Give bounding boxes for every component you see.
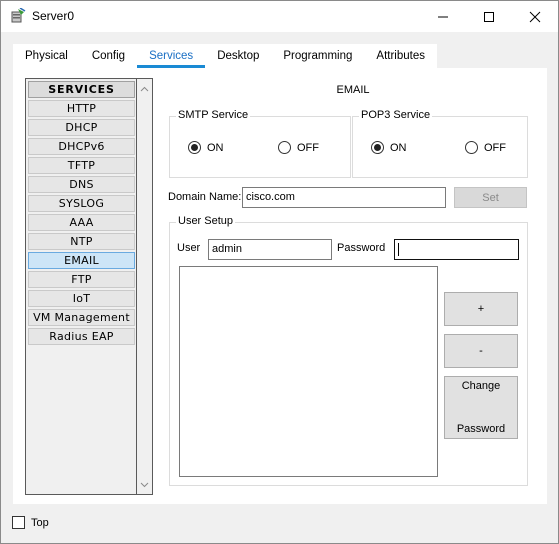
server-window: Server0 Physical Config Services Desktop… — [0, 0, 559, 544]
sidebar-item-email[interactable]: EMAIL — [28, 252, 135, 269]
maximize-button[interactable] — [466, 1, 512, 32]
top-label: Top — [31, 516, 49, 529]
tab-desktop[interactable]: Desktop — [205, 44, 272, 68]
sidebar-item-syslog[interactable]: SYSLOG — [28, 195, 135, 212]
top-checkbox[interactable]: Top — [12, 516, 49, 529]
tab-label: Physical — [25, 50, 68, 62]
text-caret — [398, 242, 399, 256]
sidebar-scrollbar[interactable] — [137, 79, 152, 494]
user-label: User — [177, 242, 201, 254]
remove-user-button[interactable]: - — [444, 334, 518, 368]
pop3-off-label: OFF — [484, 141, 506, 154]
smtp-on-radio[interactable]: ON — [188, 141, 224, 154]
smtp-service-legend: SMTP Service — [176, 109, 251, 121]
tab-label: Config — [91, 50, 126, 62]
password-input[interactable] — [394, 239, 519, 260]
chevron-up-icon — [140, 83, 149, 95]
sidebar-item-http[interactable]: HTTP — [28, 100, 135, 117]
chevron-down-icon — [140, 479, 149, 491]
close-icon — [529, 11, 541, 23]
change-password-label-line1: Change — [461, 380, 501, 392]
sidebar-item-vm-management[interactable]: VM Management — [28, 309, 135, 326]
radio-circle — [278, 141, 291, 154]
smtp-off-radio[interactable]: OFF — [278, 141, 319, 154]
scroll-up-button[interactable] — [137, 81, 152, 96]
user-list[interactable] — [179, 266, 438, 477]
user-setup-group: User Setup User admin Password + - Chang… — [169, 215, 528, 486]
smtp-off-label: OFF — [297, 141, 319, 154]
sidebar-item-ntp[interactable]: NTP — [28, 233, 135, 250]
radio-circle — [371, 141, 384, 154]
email-service-content: EMAIL SMTP Service ON OFF POP3 Service O… — [168, 68, 538, 504]
pop3-service-legend: POP3 Service — [359, 109, 433, 121]
tab-physical[interactable]: Physical — [13, 44, 80, 68]
tab-attributes[interactable]: Attributes — [364, 44, 437, 68]
domain-name-input[interactable]: cisco.com — [242, 187, 446, 208]
service-title: EMAIL — [336, 84, 370, 96]
tab-services[interactable]: Services — [137, 44, 206, 68]
password-label: Password — [337, 242, 386, 254]
pop3-on-radio[interactable]: ON — [371, 141, 407, 154]
radio-circle — [188, 141, 201, 154]
radio-circle — [465, 141, 478, 154]
sidebar-item-ftp[interactable]: FTP — [28, 271, 135, 288]
sidebar-item-radius-eap[interactable]: Radius EAP — [28, 328, 135, 345]
services-sidebar: SERVICES HTTP DHCP DHCPv6 TFTP DNS SYSLO… — [25, 78, 153, 495]
sidebar-item-aaa[interactable]: AAA — [28, 214, 135, 231]
sidebar-item-dhcp[interactable]: DHCP — [28, 119, 135, 136]
tab-bar: Physical Config Services Desktop Program… — [13, 44, 437, 68]
pop3-on-label: ON — [390, 141, 407, 154]
sidebar-item-iot[interactable]: IoT — [28, 290, 135, 307]
close-button[interactable] — [512, 1, 558, 32]
title-bar: Server0 — [1, 1, 558, 32]
sidebar-item-dns[interactable]: DNS — [28, 176, 135, 193]
add-user-button[interactable]: + — [444, 292, 518, 326]
checkbox-box — [12, 516, 25, 529]
tab-config[interactable]: Config — [79, 44, 138, 68]
tab-programming[interactable]: Programming — [271, 44, 365, 68]
services-panel: SERVICES HTTP DHCP DHCPv6 TFTP DNS SYSLO… — [13, 68, 547, 504]
tab-label: Desktop — [217, 50, 260, 62]
change-password-label-line2: Password — [456, 423, 506, 435]
maximize-icon — [483, 11, 495, 23]
scroll-down-button[interactable] — [137, 477, 152, 492]
pop3-off-radio[interactable]: OFF — [465, 141, 506, 154]
radio-dot — [374, 144, 381, 151]
pop3-service-group: POP3 Service ON OFF — [352, 109, 528, 178]
sidebar-item-dhcpv6[interactable]: DHCPv6 — [28, 138, 135, 155]
domain-name-label: Domain Name: — [168, 191, 242, 203]
window-client: Physical Config Services Desktop Program… — [1, 32, 558, 543]
services-list: SERVICES HTTP DHCP DHCPv6 TFTP DNS SYSLO… — [28, 81, 135, 347]
server-app-icon — [10, 7, 26, 24]
radio-dot — [191, 144, 198, 151]
minimize-button[interactable] — [420, 1, 466, 32]
tab-label: Attributes — [376, 50, 425, 62]
user-setup-legend: User Setup — [176, 215, 236, 227]
tab-label: Services — [149, 50, 194, 62]
minimize-icon — [437, 11, 449, 23]
smtp-on-label: ON — [207, 141, 224, 154]
tab-label: Programming — [283, 50, 353, 62]
set-domain-button[interactable]: Set — [454, 187, 527, 208]
user-input[interactable]: admin — [208, 239, 332, 260]
services-header: SERVICES — [28, 81, 135, 98]
change-password-button[interactable]: Change Password — [444, 376, 518, 439]
smtp-service-group: SMTP Service ON OFF — [169, 109, 351, 178]
sidebar-item-tftp[interactable]: TFTP — [28, 157, 135, 174]
window-title: Server0 — [32, 9, 75, 23]
